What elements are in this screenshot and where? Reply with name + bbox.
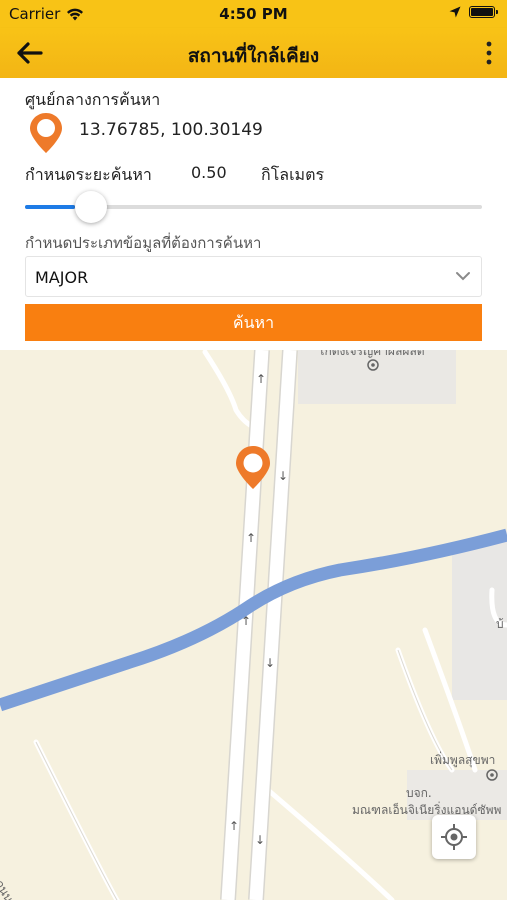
my-location-icon (441, 824, 467, 850)
map-label-poi-top: โกดังเจริญค้าผลผลิต (318, 350, 425, 358)
status-time: 4:50 PM (219, 5, 288, 23)
map-label-edge-right: บ้ (496, 617, 504, 631)
nav-bar: สถานที่ใกล้เคียง (0, 28, 507, 78)
svg-text:↓: ↓ (265, 656, 275, 670)
svg-text:↑: ↑ (246, 531, 256, 545)
slider-fill (25, 205, 76, 209)
distance-label: กำหนดระยะค้นหา (25, 165, 152, 184)
distance-unit: กิโลเมตร (261, 165, 325, 184)
slider-thumb[interactable] (75, 191, 108, 223)
svg-text:↑: ↑ (256, 372, 266, 386)
distance-slider[interactable] (25, 188, 482, 228)
map-view[interactable]: ↑ ↓ ↑ ↑ ↓ ↑ ↓ โกดังเจริญค้าผลผลิต บ้ เพิ… (0, 350, 507, 900)
location-arrow-icon (449, 6, 461, 18)
data-type-label: กำหนดประเภทข้อมูลที่ต้องการค้นหา (25, 234, 262, 252)
search-button[interactable]: ค้นหา (25, 304, 482, 341)
locate-me-button[interactable] (432, 815, 476, 859)
status-bar: Carrier 4:50 PM (0, 0, 507, 28)
svg-text:↑: ↑ (229, 819, 239, 833)
svg-text:↓: ↓ (255, 833, 265, 847)
status-right-icons (449, 6, 498, 18)
more-vertical-icon[interactable] (483, 40, 495, 66)
location-pin-icon[interactable] (28, 111, 64, 155)
map-label-company-name: มณฑลเอ็นจิเนียริ่งแอนด์ซัพพ (352, 803, 502, 817)
search-center-coordinates: 13.76785, 100.30149 (79, 120, 263, 140)
search-panel: ศูนย์กลางการค้นหา 13.76785, 100.30149 กำ… (0, 78, 507, 350)
battery-icon (469, 6, 498, 18)
map-label-poi-right: เพิ่มพูลสุขพา (430, 753, 496, 767)
page-title: สถานที่ใกล้เคียง (187, 45, 320, 67)
data-type-select[interactable]: MAJOR (25, 256, 482, 297)
chevron-down-icon (456, 272, 470, 281)
svg-text:↓: ↓ (278, 469, 288, 483)
data-type-selected: MAJOR (35, 268, 89, 287)
distance-value: 0.50 (191, 163, 227, 182)
search-center-label: ศูนย์กลางการค้นหา (25, 90, 161, 109)
